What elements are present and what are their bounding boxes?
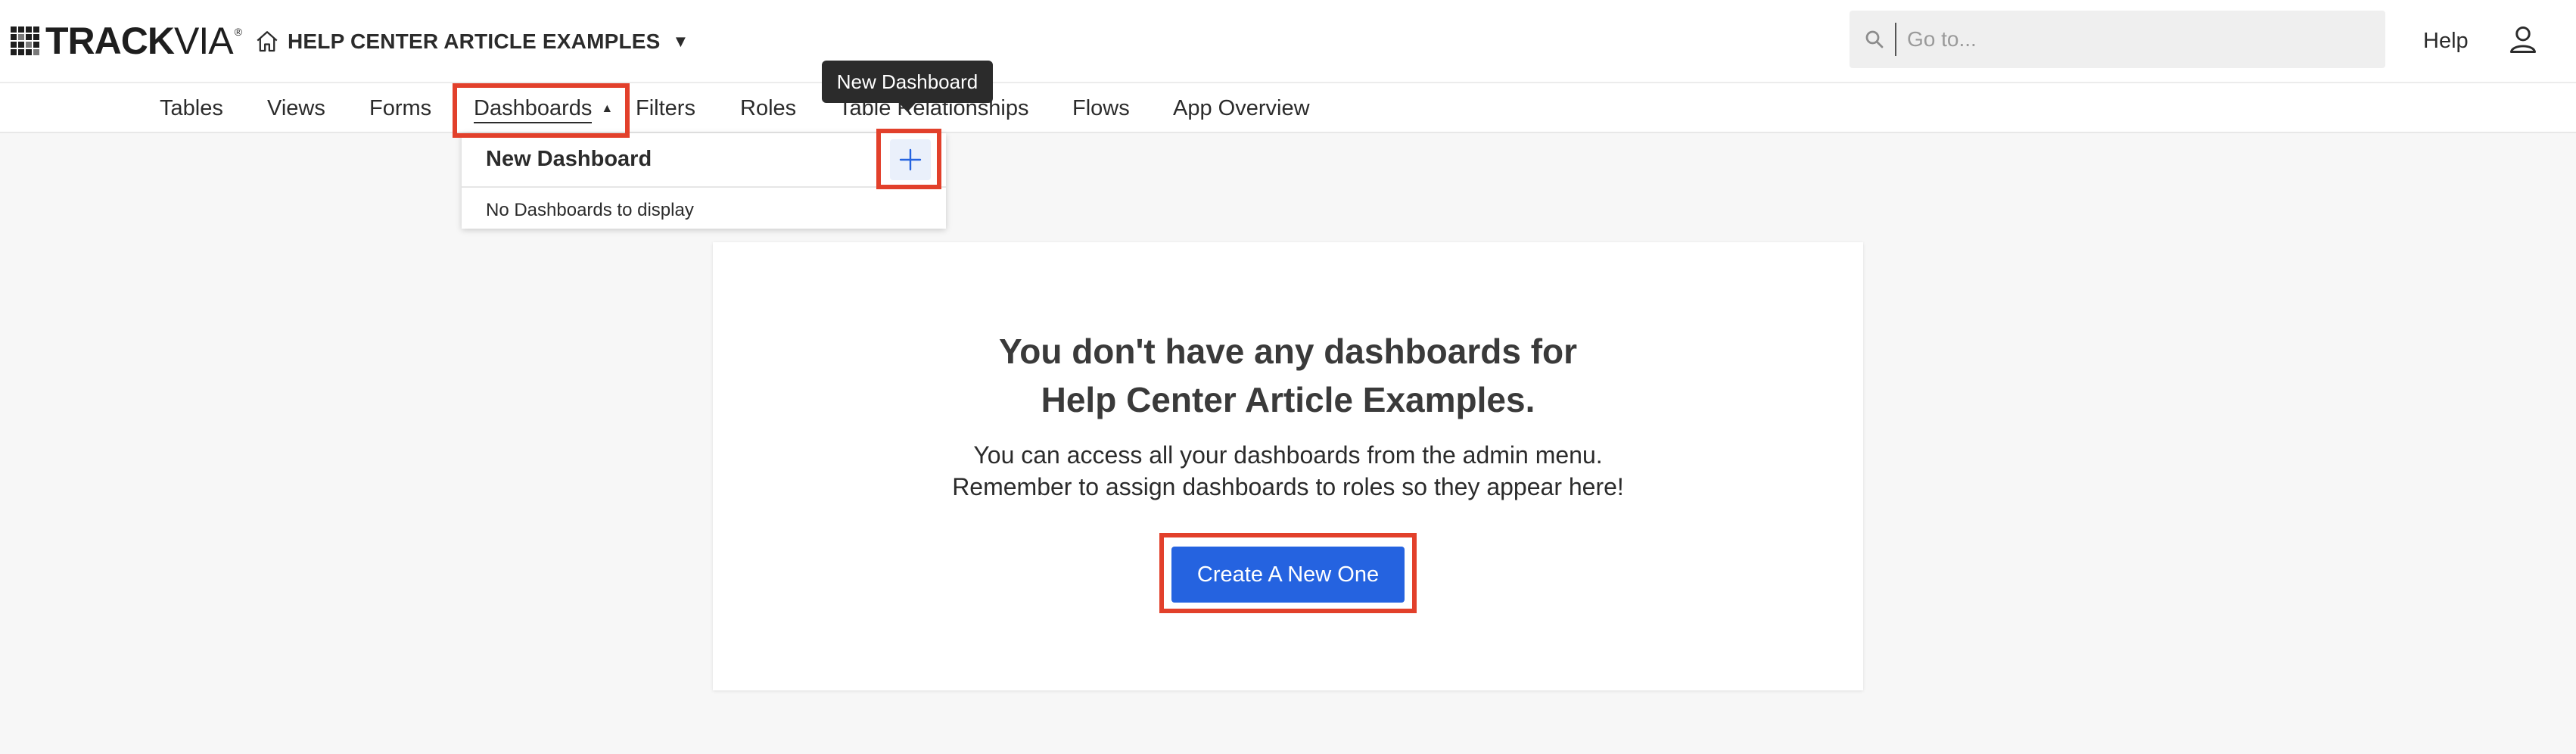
nav-app-overview[interactable]: App Overview (1173, 95, 1310, 121)
go-to-search[interactable] (1850, 11, 2385, 68)
nav-views[interactable]: Views (267, 95, 325, 121)
app-nav-bar: Tables Views Forms Dashboards ▲ Filters R… (0, 83, 2576, 133)
nav-filters[interactable]: Filters (636, 95, 695, 121)
help-link[interactable]: Help (2423, 26, 2469, 56)
home-icon (257, 31, 278, 52)
app-name: HELP CENTER ARTICLE EXAMPLES (288, 30, 661, 53)
nav-dashboards-label: Dashboards (474, 96, 593, 123)
search-icon (1865, 30, 1884, 48)
empty-state-title: You don't have any dashboards for Help C… (713, 327, 1863, 424)
trackvia-logo[interactable]: TRACKVIA ® (11, 20, 242, 62)
logo-text: TRACKVIA (45, 20, 234, 62)
nav-forms[interactable]: Forms (369, 95, 431, 121)
dropdown-title: New Dashboard (486, 147, 652, 171)
caret-up-icon: ▲ (601, 102, 614, 115)
empty-state-description: You can access all your dashboards from … (713, 439, 1863, 503)
dashboards-dropdown: New Dashboard No Dashboards to display (462, 133, 946, 229)
new-dashboard-tooltip: New Dashboard (822, 61, 993, 103)
search-cursor-divider (1895, 23, 1896, 56)
empty-state-title-line1: You don't have any dashboards for (998, 332, 1578, 371)
add-dashboard-button[interactable] (890, 139, 931, 180)
top-header: TRACKVIA ® HELP CENTER ARTICLE EXAMPLES … (0, 0, 2576, 83)
app-switcher[interactable]: HELP CENTER ARTICLE EXAMPLES ▼ (254, 26, 689, 58)
empty-state-text-line1: You can access all your dashboards from … (973, 441, 1603, 469)
logo-grid-icon (11, 26, 39, 55)
dropdown-header: New Dashboard (462, 133, 946, 188)
plus-icon (899, 148, 922, 171)
nav-flows[interactable]: Flows (1072, 95, 1130, 121)
tooltip-arrow (899, 103, 916, 112)
empty-state-text-line2: Remember to assign dashboards to roles s… (952, 473, 1624, 500)
nav-tables[interactable]: Tables (160, 95, 223, 121)
empty-state-title-line2: Help Center Article Examples. (1041, 380, 1535, 419)
search-input[interactable] (1906, 26, 2363, 52)
create-new-dashboard-button[interactable]: Create A New One (1171, 547, 1405, 603)
logo-trademark: ® (234, 26, 242, 38)
empty-state-card: You don't have any dashboards for Help C… (713, 242, 1863, 690)
caret-down-icon: ▼ (672, 32, 689, 51)
nav-dashboards[interactable]: Dashboards ▲ (474, 95, 613, 125)
user-profile-icon[interactable] (2506, 23, 2540, 56)
no-dashboards-message: No Dashboards to display (486, 200, 694, 220)
nav-roles[interactable]: Roles (740, 95, 796, 121)
